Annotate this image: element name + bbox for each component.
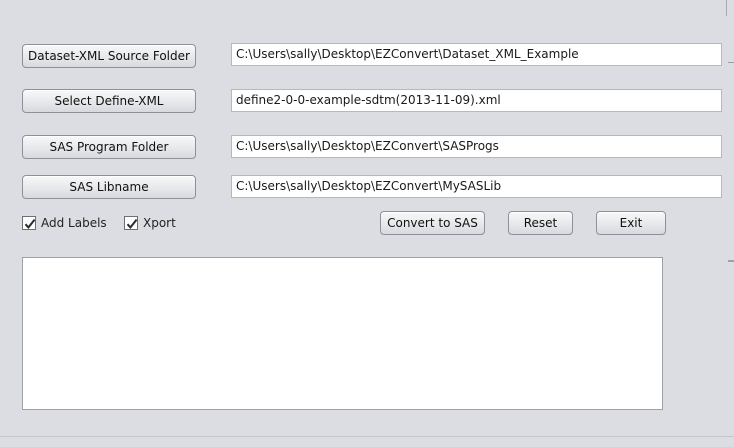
add-labels-checkbox[interactable]: Add Labels <box>22 215 107 231</box>
exit-button[interactable]: Exit <box>596 211 666 235</box>
xport-label: Xport <box>143 216 176 230</box>
dataset-xml-source-folder-button[interactable]: Dataset-XML Source Folder <box>22 44 196 68</box>
ezconvert-window: Dataset-XML Source Folder C:\Users\sally… <box>0 0 734 447</box>
add-labels-label: Add Labels <box>41 216 107 230</box>
sas-program-folder-button[interactable]: SAS Program Folder <box>22 135 196 159</box>
sas-libname-field[interactable]: C:\Users\sally\Desktop\EZConvert\MySASLi… <box>231 175 722 198</box>
reset-button[interactable]: Reset <box>508 211 573 235</box>
window-edge <box>726 0 727 16</box>
checkmark-icon <box>126 218 138 229</box>
window-edge <box>728 62 734 63</box>
checkbox-box[interactable] <box>124 216 138 230</box>
define-xml-field[interactable]: define2-0-0-example-sdtm(2013-11-09).xml <box>231 89 722 112</box>
checkmark-icon <box>24 218 36 229</box>
window-edge <box>728 260 734 262</box>
xport-checkbox[interactable]: Xport <box>124 215 176 231</box>
window-edge <box>0 436 734 437</box>
sas-libname-button[interactable]: SAS Libname <box>22 175 196 199</box>
checkbox-box[interactable] <box>22 216 36 230</box>
convert-to-sas-button[interactable]: Convert to SAS <box>380 211 485 235</box>
dataset-xml-source-folder-field[interactable]: C:\Users\sally\Desktop\EZConvert\Dataset… <box>231 43 722 66</box>
output-text-area[interactable] <box>22 257 663 410</box>
sas-program-folder-field[interactable]: C:\Users\sally\Desktop\EZConvert\SASProg… <box>231 135 722 158</box>
select-define-xml-button[interactable]: Select Define-XML <box>22 89 196 113</box>
